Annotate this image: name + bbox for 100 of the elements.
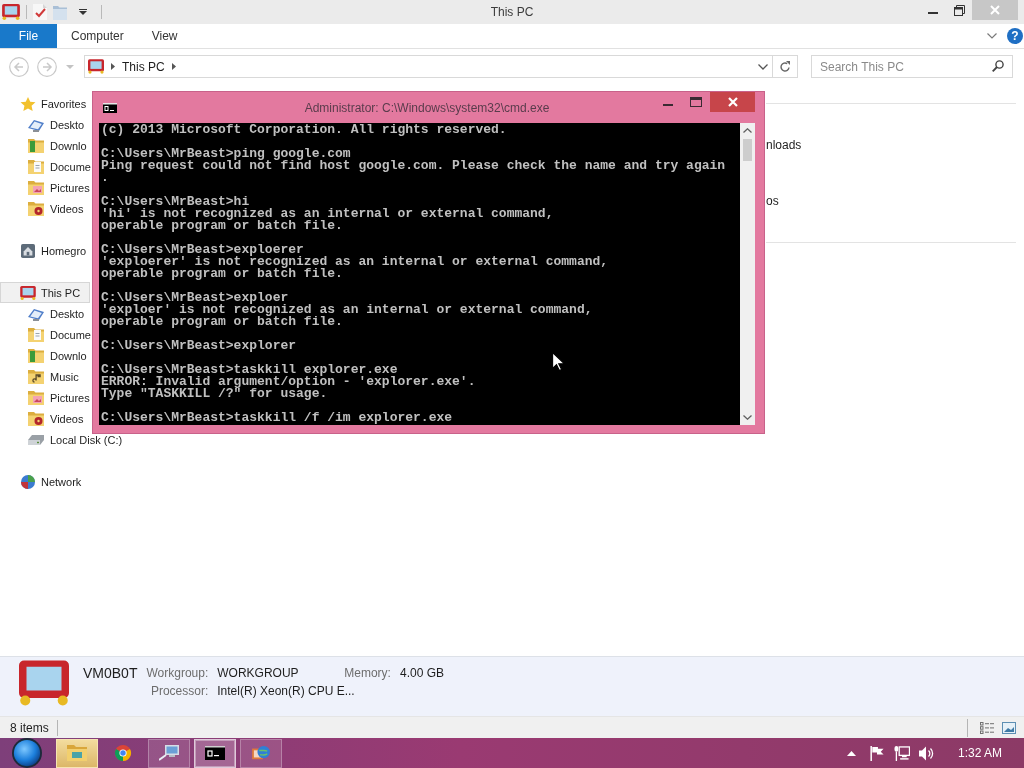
screen-icon <box>19 660 69 706</box>
scrollbar[interactable] <box>740 123 755 425</box>
chevron-up-icon[interactable] <box>743 128 752 133</box>
nav-item[interactable]: Music <box>0 366 90 387</box>
nav-item[interactable]: Downlo <box>0 345 90 366</box>
refresh-button[interactable] <box>773 55 798 78</box>
console-line: C:\Users\MrBeast>taskkill /f /im explorer.exe <box>101 412 453 424</box>
up-caret-icon[interactable] <box>846 750 856 756</box>
speaker-icon[interactable] <box>918 745 935 761</box>
scroll-thumb[interactable] <box>743 139 752 161</box>
nav-item[interactable]: Favorites <box>0 93 90 114</box>
address-bar[interactable]: This PC <box>84 55 773 78</box>
video-folder-icon <box>28 411 44 426</box>
field-label: Processor: <box>149 684 209 699</box>
ribbon-tab[interactable]: View <box>137 24 192 48</box>
folder-label[interactable]: os <box>766 193 779 209</box>
nav-item[interactable]: Docume <box>0 156 92 177</box>
maximize-icon <box>690 97 702 107</box>
screen-icon <box>2 4 20 20</box>
console-line: C:\Users\MrBeast>exploer <box>101 292 289 304</box>
screen-icon <box>20 285 36 300</box>
console-line: operable program or batch file. <box>101 268 343 280</box>
console-line: C:\Users\MrBeast>hi <box>101 196 250 208</box>
field-value: WORKGROUP <box>217 666 300 681</box>
console-line: Type "TASKKILL /?" for usage. <box>101 388 328 400</box>
field-label: Memory: <box>344 666 391 681</box>
nav-item[interactable]: Pictures <box>0 177 91 198</box>
window-title: This PC <box>490 5 534 19</box>
folder-label[interactable]: nloads <box>766 137 802 153</box>
music-folder-icon <box>28 369 44 384</box>
console-line: ERROR: Invalid argument/option - 'explorer.exe'. <box>101 376 476 388</box>
nav-item[interactable]: Videos <box>0 408 90 429</box>
console-line: 'exploerer' is not recognized as an internal or external command, <box>101 256 609 268</box>
field-label: Workgroup: <box>146 666 209 681</box>
nav-item[interactable]: Downlo <box>0 135 90 156</box>
video-folder-icon <box>28 201 44 216</box>
console-line: 'hi' is not recognized as an internal or external command, <box>101 208 554 220</box>
nav-item[interactable]: Deskto <box>0 303 90 324</box>
globe-icon <box>20 474 36 489</box>
nav-item[interactable]: This PC <box>0 282 90 303</box>
screen-icon <box>88 59 104 74</box>
item-count: 8 items <box>9 720 50 735</box>
nav-item[interactable]: Pictures <box>0 387 91 408</box>
refresh-icon <box>779 60 791 73</box>
chevron-right-icon[interactable] <box>171 63 176 70</box>
nav-item[interactable]: Homegro <box>0 240 90 261</box>
ribbon-tab[interactable]: File <box>0 24 57 48</box>
chevron-down-icon[interactable] <box>987 33 997 39</box>
field-value: Intel(R) Xeon(R) CPU E... <box>217 684 356 699</box>
console-line: C:\Users\MrBeast>ping google.com <box>101 148 351 160</box>
download-folder-icon <box>28 138 44 153</box>
ribbon-tab[interactable]: Computer <box>57 24 138 48</box>
start-orb-icon[interactable] <box>12 738 42 768</box>
search-icon[interactable] <box>992 60 1004 72</box>
folder-icon <box>67 745 87 761</box>
monitor-cable-icon <box>159 745 179 761</box>
breadcrumb[interactable]: This PC <box>122 59 165 74</box>
page-check-icon[interactable] <box>33 4 47 20</box>
document-folder-icon <box>28 327 44 342</box>
desktop-icon <box>28 117 44 132</box>
star-icon <box>20 96 36 111</box>
console-line: Ping request could not find host google.com. Please check the name and try again <box>101 160 726 172</box>
window-title: Administrator: C:\Windows\system32\cmd.exe <box>304 100 550 115</box>
console-line: operable program or batch file. <box>101 220 343 232</box>
flag-icon[interactable] <box>868 745 885 761</box>
console-line: operable program or batch file. <box>101 316 343 328</box>
chevron-down-icon[interactable] <box>758 63 768 70</box>
close-icon <box>990 5 1000 15</box>
chevron-down-icon[interactable] <box>743 415 752 420</box>
help-button[interactable]: ? <box>1007 28 1023 44</box>
console-line: C:\Users\MrBeast>exploerer <box>101 244 304 256</box>
clock[interactable]: 1:32 AM <box>957 746 1002 760</box>
caret-icon[interactable] <box>79 9 87 15</box>
console-line: C:\Users\MrBeast>explorer <box>101 340 297 352</box>
taskbar-button[interactable] <box>56 738 98 768</box>
document-folder-icon <box>28 159 44 174</box>
console-icon <box>103 102 117 113</box>
chevron-right-icon[interactable] <box>111 63 115 70</box>
monitor-plug-icon[interactable] <box>893 745 910 761</box>
desktop-icon <box>28 306 44 321</box>
close-button[interactable] <box>710 92 755 112</box>
mouse-pointer-icon <box>552 352 564 371</box>
restore-icon <box>953 4 965 16</box>
globe-box-icon <box>251 745 271 761</box>
nav-item[interactable]: Docume <box>0 324 92 345</box>
console-icon <box>205 745 225 761</box>
details-view-icon[interactable] <box>980 721 994 734</box>
search-field[interactable]: Search This PC <box>811 55 1013 78</box>
console-line: (c) 2013 Microsoft Corporation. All rights reserved. <box>101 124 507 136</box>
large-icons-view-icon[interactable] <box>1002 721 1016 734</box>
nav-item[interactable]: Network <box>0 471 90 492</box>
nav-item[interactable]: Videos <box>0 198 90 219</box>
picture-folder-icon <box>28 390 44 405</box>
minimize-icon <box>663 104 673 106</box>
nav-item[interactable]: Deskto <box>0 114 90 135</box>
computer-name: VM0B0T <box>83 666 138 681</box>
drive-icon <box>28 432 44 447</box>
download-folder-icon <box>28 348 44 363</box>
console-line: . <box>101 172 109 184</box>
house-icon <box>20 243 36 258</box>
